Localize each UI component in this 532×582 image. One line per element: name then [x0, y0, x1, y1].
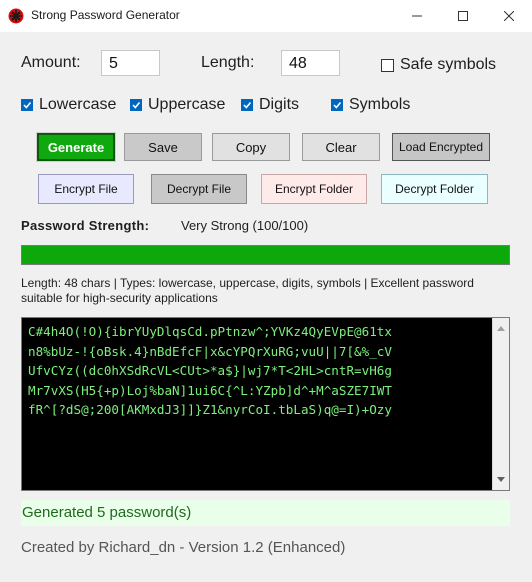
- password-line[interactable]: Mr7vXS(H5{+p)Loj%baN]1ui6C{^L:YZpb]d^+M^…: [28, 381, 488, 401]
- check-icon[interactable]: [130, 99, 142, 111]
- length-input[interactable]: 48: [281, 50, 340, 76]
- amount-label: Amount:: [21, 54, 81, 71]
- maximize-icon[interactable]: [440, 0, 486, 32]
- length-label: Length:: [201, 54, 255, 71]
- uppercase-checkbox[interactable]: Uppercase: [130, 96, 225, 114]
- strength-value: Very Strong (100/100): [181, 218, 309, 233]
- generate-button[interactable]: Generate: [37, 133, 115, 161]
- strength-progress-fill: [22, 246, 509, 264]
- scroll-up-icon[interactable]: [493, 320, 509, 336]
- symbols-label: Symbols: [349, 96, 411, 113]
- digits-checkbox[interactable]: Digits: [241, 96, 299, 114]
- password-list[interactable]: C#4h4O(!O){ibrYUyDlqsCd.pPtnzw^;YVKz4QyE…: [28, 322, 488, 420]
- encrypt-folder-button[interactable]: Encrypt Folder: [261, 174, 367, 204]
- digits-label: Digits: [259, 96, 300, 113]
- check-icon[interactable]: [331, 99, 343, 111]
- scroll-down-icon[interactable]: [493, 472, 509, 488]
- copy-button[interactable]: Copy: [212, 133, 290, 161]
- check-icon[interactable]: [241, 99, 253, 111]
- password-line[interactable]: UfvCYz((dc0hXSdRcVL<CUt>*a$}|wj7*T<2HL>c…: [28, 361, 488, 381]
- title-bar: Strong Password Generator: [0, 0, 532, 32]
- window-title: Strong Password Generator: [31, 8, 180, 22]
- check-icon[interactable]: [21, 99, 33, 111]
- save-button[interactable]: Save: [124, 133, 202, 161]
- password-output[interactable]: C#4h4O(!O){ibrYUyDlqsCd.pPtnzw^;YVKz4QyE…: [21, 317, 510, 491]
- strength-progress-bar: [21, 245, 510, 265]
- password-line[interactable]: n8%bUz-!{oBsk.4}nBdEfcF|x&cYPQrXuRG;vuU|…: [28, 342, 488, 362]
- close-icon[interactable]: [486, 0, 532, 32]
- safe-symbols-label: Safe symbols: [400, 56, 497, 73]
- decrypt-file-button[interactable]: Decrypt File: [151, 174, 247, 204]
- minimize-icon[interactable]: [394, 0, 440, 32]
- strength-label: Password Strength:: [21, 218, 150, 233]
- amount-input[interactable]: 5: [101, 50, 160, 76]
- password-line[interactable]: fR^[?dS@;200[AKMxdJ3]]}Z1&nyrCoI.tbLaS)q…: [28, 400, 488, 420]
- encrypt-file-button[interactable]: Encrypt File: [38, 174, 134, 204]
- safe-symbols-checkbox[interactable]: Safe symbols: [381, 56, 496, 74]
- lowercase-checkbox[interactable]: Lowercase: [21, 96, 116, 114]
- vertical-scrollbar[interactable]: [492, 318, 509, 490]
- decrypt-folder-button[interactable]: Decrypt Folder: [381, 174, 488, 204]
- clear-button[interactable]: Clear: [302, 133, 380, 161]
- footer-credit: Created by Richard_dn - Version 1.2 (Enh…: [21, 539, 346, 556]
- uppercase-label: Uppercase: [148, 96, 226, 113]
- password-info: Length: 48 chars | Types: lowercase, upp…: [21, 276, 474, 305]
- symbols-checkbox[interactable]: Symbols: [331, 96, 410, 114]
- red-cross-icon: [8, 8, 24, 24]
- checkbox-box[interactable]: [381, 58, 394, 72]
- status-message: Generated 5 password(s): [21, 500, 510, 526]
- lowercase-label: Lowercase: [39, 96, 117, 113]
- password-line[interactable]: C#4h4O(!O){ibrYUyDlqsCd.pPtnzw^;YVKz4QyE…: [28, 322, 488, 342]
- load-encrypted-button[interactable]: Load Encrypted: [392, 133, 490, 161]
